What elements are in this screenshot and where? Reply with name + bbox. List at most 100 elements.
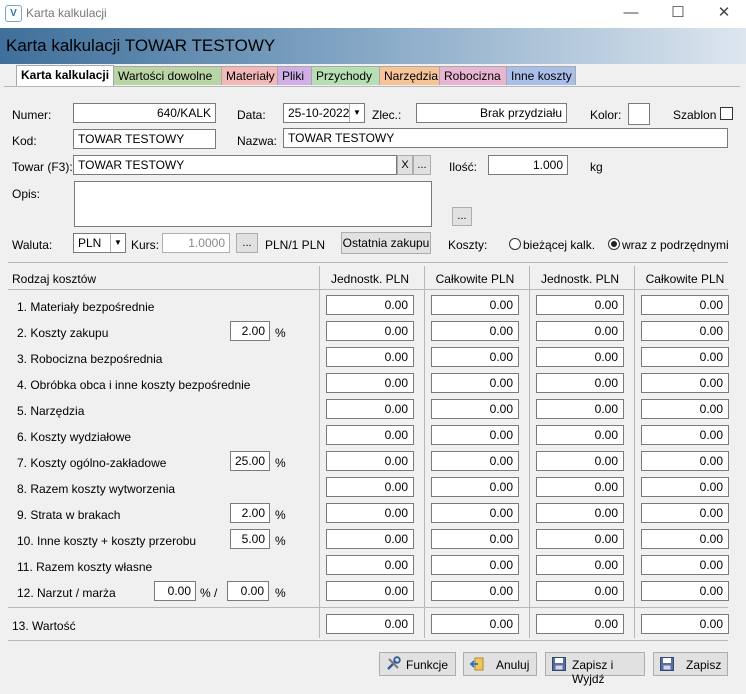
pct-field[interactable]: 5.00	[230, 529, 270, 549]
cost-cell[interactable]: 0.00	[431, 373, 519, 393]
kod-label: Kod:	[12, 134, 37, 148]
cost-cell[interactable]: 0.00	[536, 347, 624, 367]
funkcje-button[interactable]: Funkcje	[379, 652, 456, 676]
total-cell[interactable]: 0.00	[536, 614, 624, 634]
zlec-field[interactable]: Brak przydziału	[416, 103, 567, 123]
pct-field[interactable]: 25.00	[230, 451, 270, 471]
cost-cell[interactable]: 0.00	[536, 425, 624, 445]
kurs-label: Kurs:	[131, 238, 160, 252]
kurs-browse-button[interactable]: ...	[236, 233, 258, 253]
cost-cell[interactable]: 0.00	[431, 451, 519, 471]
cost-cell[interactable]: 0.00	[536, 399, 624, 419]
cost-cell[interactable]: 0.00	[641, 581, 729, 601]
cost-cell[interactable]: 0.00	[641, 295, 729, 315]
cost-cell[interactable]: 0.00	[326, 451, 414, 471]
chevron-down-icon[interactable]: ▼	[349, 104, 364, 122]
markup-pct-field[interactable]: 0.00	[154, 581, 196, 601]
cost-cell[interactable]: 0.00	[641, 477, 729, 497]
cost-cell[interactable]: 0.00	[641, 347, 729, 367]
opis-browse-button[interactable]: ...	[452, 207, 472, 226]
cost-cell[interactable]: 0.00	[326, 347, 414, 367]
cost-cell[interactable]: 0.00	[641, 321, 729, 341]
tab-5[interactable]: Przychody	[311, 66, 380, 85]
tab-2[interactable]: Wartości dowolne	[113, 66, 222, 85]
cost-cell[interactable]: 0.00	[431, 503, 519, 523]
cost-cell[interactable]: 0.00	[431, 425, 519, 445]
tab-3[interactable]: Materiały	[221, 66, 278, 85]
tab-6[interactable]: Narzędzia	[379, 66, 440, 85]
total-cell[interactable]: 0.00	[326, 614, 414, 634]
tab-1[interactable]: Karta kalkulacji	[16, 65, 114, 86]
pct-field[interactable]: 0.00	[227, 581, 269, 601]
cost-cell[interactable]: 0.00	[431, 555, 519, 575]
cost-cell[interactable]: 0.00	[536, 321, 624, 341]
cost-cell[interactable]: 0.00	[641, 451, 729, 471]
cost-cell[interactable]: 0.00	[326, 477, 414, 497]
total-cell[interactable]: 0.00	[431, 614, 519, 634]
color-swatch[interactable]	[628, 103, 650, 125]
tab-7[interactable]: Robocizna	[439, 66, 507, 85]
cost-cell[interactable]: 0.00	[536, 555, 624, 575]
cost-cell[interactable]: 0.00	[431, 529, 519, 549]
cost-cell[interactable]: 0.00	[326, 399, 414, 419]
cost-cell[interactable]: 0.00	[431, 321, 519, 341]
zapisz-button[interactable]: Zapisz	[653, 652, 728, 676]
cost-cell[interactable]: 0.00	[641, 555, 729, 575]
cost-cell[interactable]: 0.00	[431, 477, 519, 497]
waluta-select[interactable]: PLN ▼	[73, 233, 126, 253]
radio-biezacej[interactable]	[509, 238, 521, 250]
maximize-icon[interactable]: ☐	[655, 0, 701, 28]
total-cell[interactable]: 0.00	[641, 614, 729, 634]
app-logo-icon: V	[5, 5, 22, 22]
numer-field[interactable]: 640/KALK	[73, 103, 216, 123]
cost-cell[interactable]: 0.00	[326, 373, 414, 393]
cost-cell[interactable]: 0.00	[431, 347, 519, 367]
cost-cell[interactable]: 0.00	[641, 373, 729, 393]
cost-cell[interactable]: 0.00	[641, 529, 729, 549]
cost-cell[interactable]: 0.00	[641, 399, 729, 419]
ostatnia-zakupu-button[interactable]: Ostatnia zakupu	[341, 232, 431, 254]
towar-clear-button[interactable]: X	[397, 155, 413, 175]
pct-field[interactable]: 2.00	[230, 503, 270, 523]
radio-wraz[interactable]	[608, 238, 620, 250]
date-picker[interactable]: 25-10-2022 ▼	[283, 103, 365, 123]
cost-cell[interactable]: 0.00	[536, 373, 624, 393]
cost-cell[interactable]: 0.00	[431, 581, 519, 601]
towar-field[interactable]: TOWAR TESTOWY	[73, 155, 397, 175]
cost-cell[interactable]: 0.00	[536, 503, 624, 523]
cost-cell[interactable]: 0.00	[641, 425, 729, 445]
zapisz-i-wyjdz-button[interactable]: Zapisz i Wyjdź	[545, 652, 645, 686]
total-row-label: 13. Wartość	[12, 619, 76, 633]
tab-8[interactable]: Inne koszty	[506, 66, 576, 85]
kod-field[interactable]: TOWAR TESTOWY	[73, 129, 216, 149]
szablon-checkbox[interactable]	[720, 107, 733, 120]
cost-cell[interactable]: 0.00	[536, 295, 624, 315]
cost-cell[interactable]: 0.00	[536, 451, 624, 471]
cost-cell[interactable]: 0.00	[536, 529, 624, 549]
cost-cell[interactable]: 0.00	[431, 399, 519, 419]
ilosc-field[interactable]: 1.000	[488, 155, 568, 175]
anuluj-button[interactable]: Anuluj	[463, 652, 537, 676]
cost-cell[interactable]: 0.00	[326, 503, 414, 523]
tab-4[interactable]: Pliki	[277, 66, 312, 85]
nazwa-field[interactable]: TOWAR TESTOWY	[283, 128, 728, 148]
waluta-label: Waluta:	[12, 238, 53, 252]
koszty-label: Koszty:	[448, 238, 488, 252]
minimize-icon[interactable]: —	[608, 0, 654, 28]
towar-browse-button[interactable]: ...	[413, 155, 431, 175]
chevron-down-icon[interactable]: ▼	[110, 234, 125, 252]
cost-cell[interactable]: 0.00	[326, 425, 414, 445]
opis-textarea[interactable]	[74, 181, 432, 227]
close-icon[interactable]: ✕	[701, 0, 746, 28]
cost-cell[interactable]: 0.00	[641, 503, 729, 523]
cost-cell[interactable]: 0.00	[536, 477, 624, 497]
cost-cell[interactable]: 0.00	[326, 321, 414, 341]
cost-cell[interactable]: 0.00	[536, 581, 624, 601]
cost-cell[interactable]: 0.00	[431, 295, 519, 315]
pct-field[interactable]: 2.00	[230, 321, 270, 341]
cost-cell[interactable]: 0.00	[326, 555, 414, 575]
kurs-field[interactable]: 1.0000	[162, 233, 230, 253]
cost-cell[interactable]: 0.00	[326, 581, 414, 601]
cost-cell[interactable]: 0.00	[326, 295, 414, 315]
cost-cell[interactable]: 0.00	[326, 529, 414, 549]
